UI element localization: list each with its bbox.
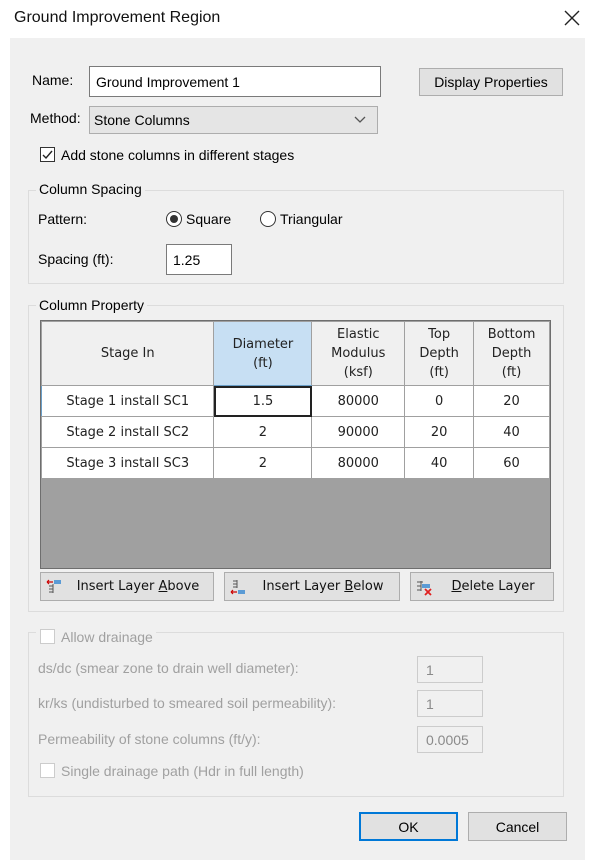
cell-bottom-depth[interactable]: 20 — [473, 385, 550, 417]
column-spacing-group — [28, 190, 564, 284]
table-row[interactable]: Stage 2 install SC2 2 90000 20 40 — [40, 416, 550, 448]
insert-above-icon — [46, 579, 61, 593]
radio-selected-dot — [170, 215, 178, 223]
permeability-input[interactable]: 0.0005 — [417, 726, 483, 753]
cell-stage[interactable]: Stage 2 install SC2 — [40, 416, 215, 448]
allow-drainage-label: Allow drainage — [61, 629, 153, 645]
name-input-value: Ground Improvement 1 — [96, 73, 240, 90]
window-title: Ground Improvement Region — [14, 9, 221, 26]
method-dropdown[interactable]: Stone Columns — [89, 106, 378, 134]
header-top-depth[interactable]: Top Depth (ft) — [404, 321, 475, 386]
stages-checkbox-label: Add stone columns in different stages — [61, 147, 295, 163]
ds-dc-input[interactable]: 1 — [417, 656, 483, 683]
cell-bottom-depth[interactable]: 40 — [473, 416, 550, 448]
spacing-input[interactable]: 1.25 — [166, 244, 232, 275]
stages-checkbox[interactable] — [40, 147, 55, 162]
table-row[interactable]: Stage 1 install SC1 1.5 80000 0 20 — [40, 385, 550, 417]
checkmark-icon — [42, 150, 53, 160]
cell-diameter[interactable]: 2 — [213, 447, 313, 479]
cell-stage[interactable]: Stage 1 install SC1 — [40, 385, 215, 417]
column-spacing-title: Column Spacing — [36, 181, 145, 197]
spacing-label: Spacing (ft): — [38, 251, 114, 267]
name-label: Name: — [32, 72, 74, 88]
ok-button[interactable]: OK — [359, 812, 458, 841]
column-property-title: Column Property — [36, 297, 148, 313]
delete-layer-button[interactable]: Delete Layer — [410, 572, 554, 601]
cell-stage[interactable]: Stage 3 install SC3 — [40, 447, 215, 479]
close-icon[interactable] — [560, 6, 584, 30]
display-properties-button[interactable]: Display Properties — [419, 68, 563, 96]
permeability-label: Permeability of stone columns (ft/y): — [38, 731, 261, 747]
title-bar: Ground Improvement Region — [0, 0, 589, 38]
table-row[interactable]: Stage 3 install SC3 2 80000 40 60 — [40, 447, 550, 479]
header-bottom-depth[interactable]: Bottom Depth (ft) — [473, 321, 550, 386]
cell-elastic-modulus[interactable]: 80000 — [311, 385, 406, 417]
radio-triangular[interactable] — [260, 211, 276, 227]
delete-layer-icon — [417, 580, 432, 596]
insert-below-icon — [230, 579, 245, 594]
spacing-input-value: 1.25 — [173, 251, 201, 268]
method-dropdown-value: Stone Columns — [94, 112, 190, 128]
header-elastic-modulus[interactable]: Elastic Modulus (ksf) — [311, 321, 406, 386]
single-drainage-path-checkbox[interactable] — [40, 763, 55, 778]
cell-top-depth[interactable]: 40 — [404, 447, 475, 479]
column-property-table[interactable]: Stage In Diameter (ft) Elastic Modulus (ksf… — [40, 320, 551, 569]
cell-bottom-depth[interactable]: 60 — [473, 447, 550, 479]
kr-ks-label: kr/ks (undisturbed to smeared soil perme… — [38, 695, 337, 711]
cancel-button[interactable]: Cancel — [468, 812, 567, 841]
chevron-down-icon — [354, 116, 366, 123]
cell-top-depth[interactable]: 0 — [404, 385, 475, 417]
allow-drainage-checkbox[interactable] — [40, 629, 55, 644]
header-stage-in[interactable]: Stage In — [40, 321, 215, 386]
method-label: Method: — [30, 110, 81, 126]
insert-layer-below-button[interactable]: Insert Layer Below — [224, 572, 400, 601]
single-drainage-path-label: Single drainage path (Hdr in full length… — [61, 763, 304, 779]
cell-diameter[interactable]: 1.5 — [213, 385, 313, 417]
cell-elastic-modulus[interactable]: 90000 — [311, 416, 406, 448]
cell-elastic-modulus[interactable]: 80000 — [311, 447, 406, 479]
header-diameter[interactable]: Diameter (ft) — [213, 321, 313, 386]
ds-dc-label: ds/dc (smear zone to drain well diameter… — [38, 660, 299, 676]
pattern-label: Pattern: — [38, 211, 88, 227]
kr-ks-input[interactable]: 1 — [417, 690, 483, 717]
cell-diameter[interactable]: 2 — [213, 416, 313, 448]
name-input[interactable]: Ground Improvement 1 — [89, 66, 381, 97]
cell-top-depth[interactable]: 20 — [404, 416, 475, 448]
radio-square-label: Square — [186, 211, 232, 227]
radio-triangular-label: Triangular — [280, 211, 343, 227]
insert-layer-above-button[interactable]: Insert Layer Above — [40, 572, 214, 601]
radio-square[interactable] — [166, 211, 182, 227]
